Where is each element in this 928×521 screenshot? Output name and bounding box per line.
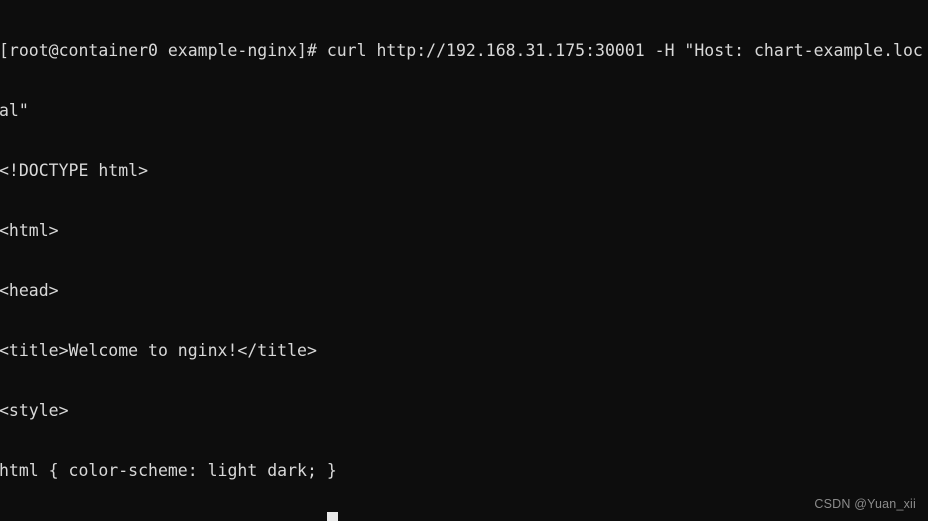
terminal-line: [root@container0 example-nginx]# curl ht…: [0, 41, 923, 60]
terminal-line: al": [0, 101, 29, 120]
watermark-label: CSDN @Yuan_xii: [814, 497, 916, 511]
terminal-line: <!DOCTYPE html>: [0, 161, 149, 180]
terminal-line: <title>Welcome to nginx!</title>: [0, 341, 317, 360]
terminal-line: html { color-scheme: light dark; }: [0, 461, 337, 480]
terminal-line: <head>: [0, 281, 59, 300]
terminal-screen: [root@container0 example-nginx]# curl ht…: [0, 1, 928, 521]
terminal-line: <html>: [0, 221, 59, 240]
terminal-line: <style>: [0, 401, 69, 420]
terminal-window[interactable]: [root@container0 example-nginx]# curl ht…: [0, 0, 928, 521]
terminal-cursor: [327, 512, 338, 521]
